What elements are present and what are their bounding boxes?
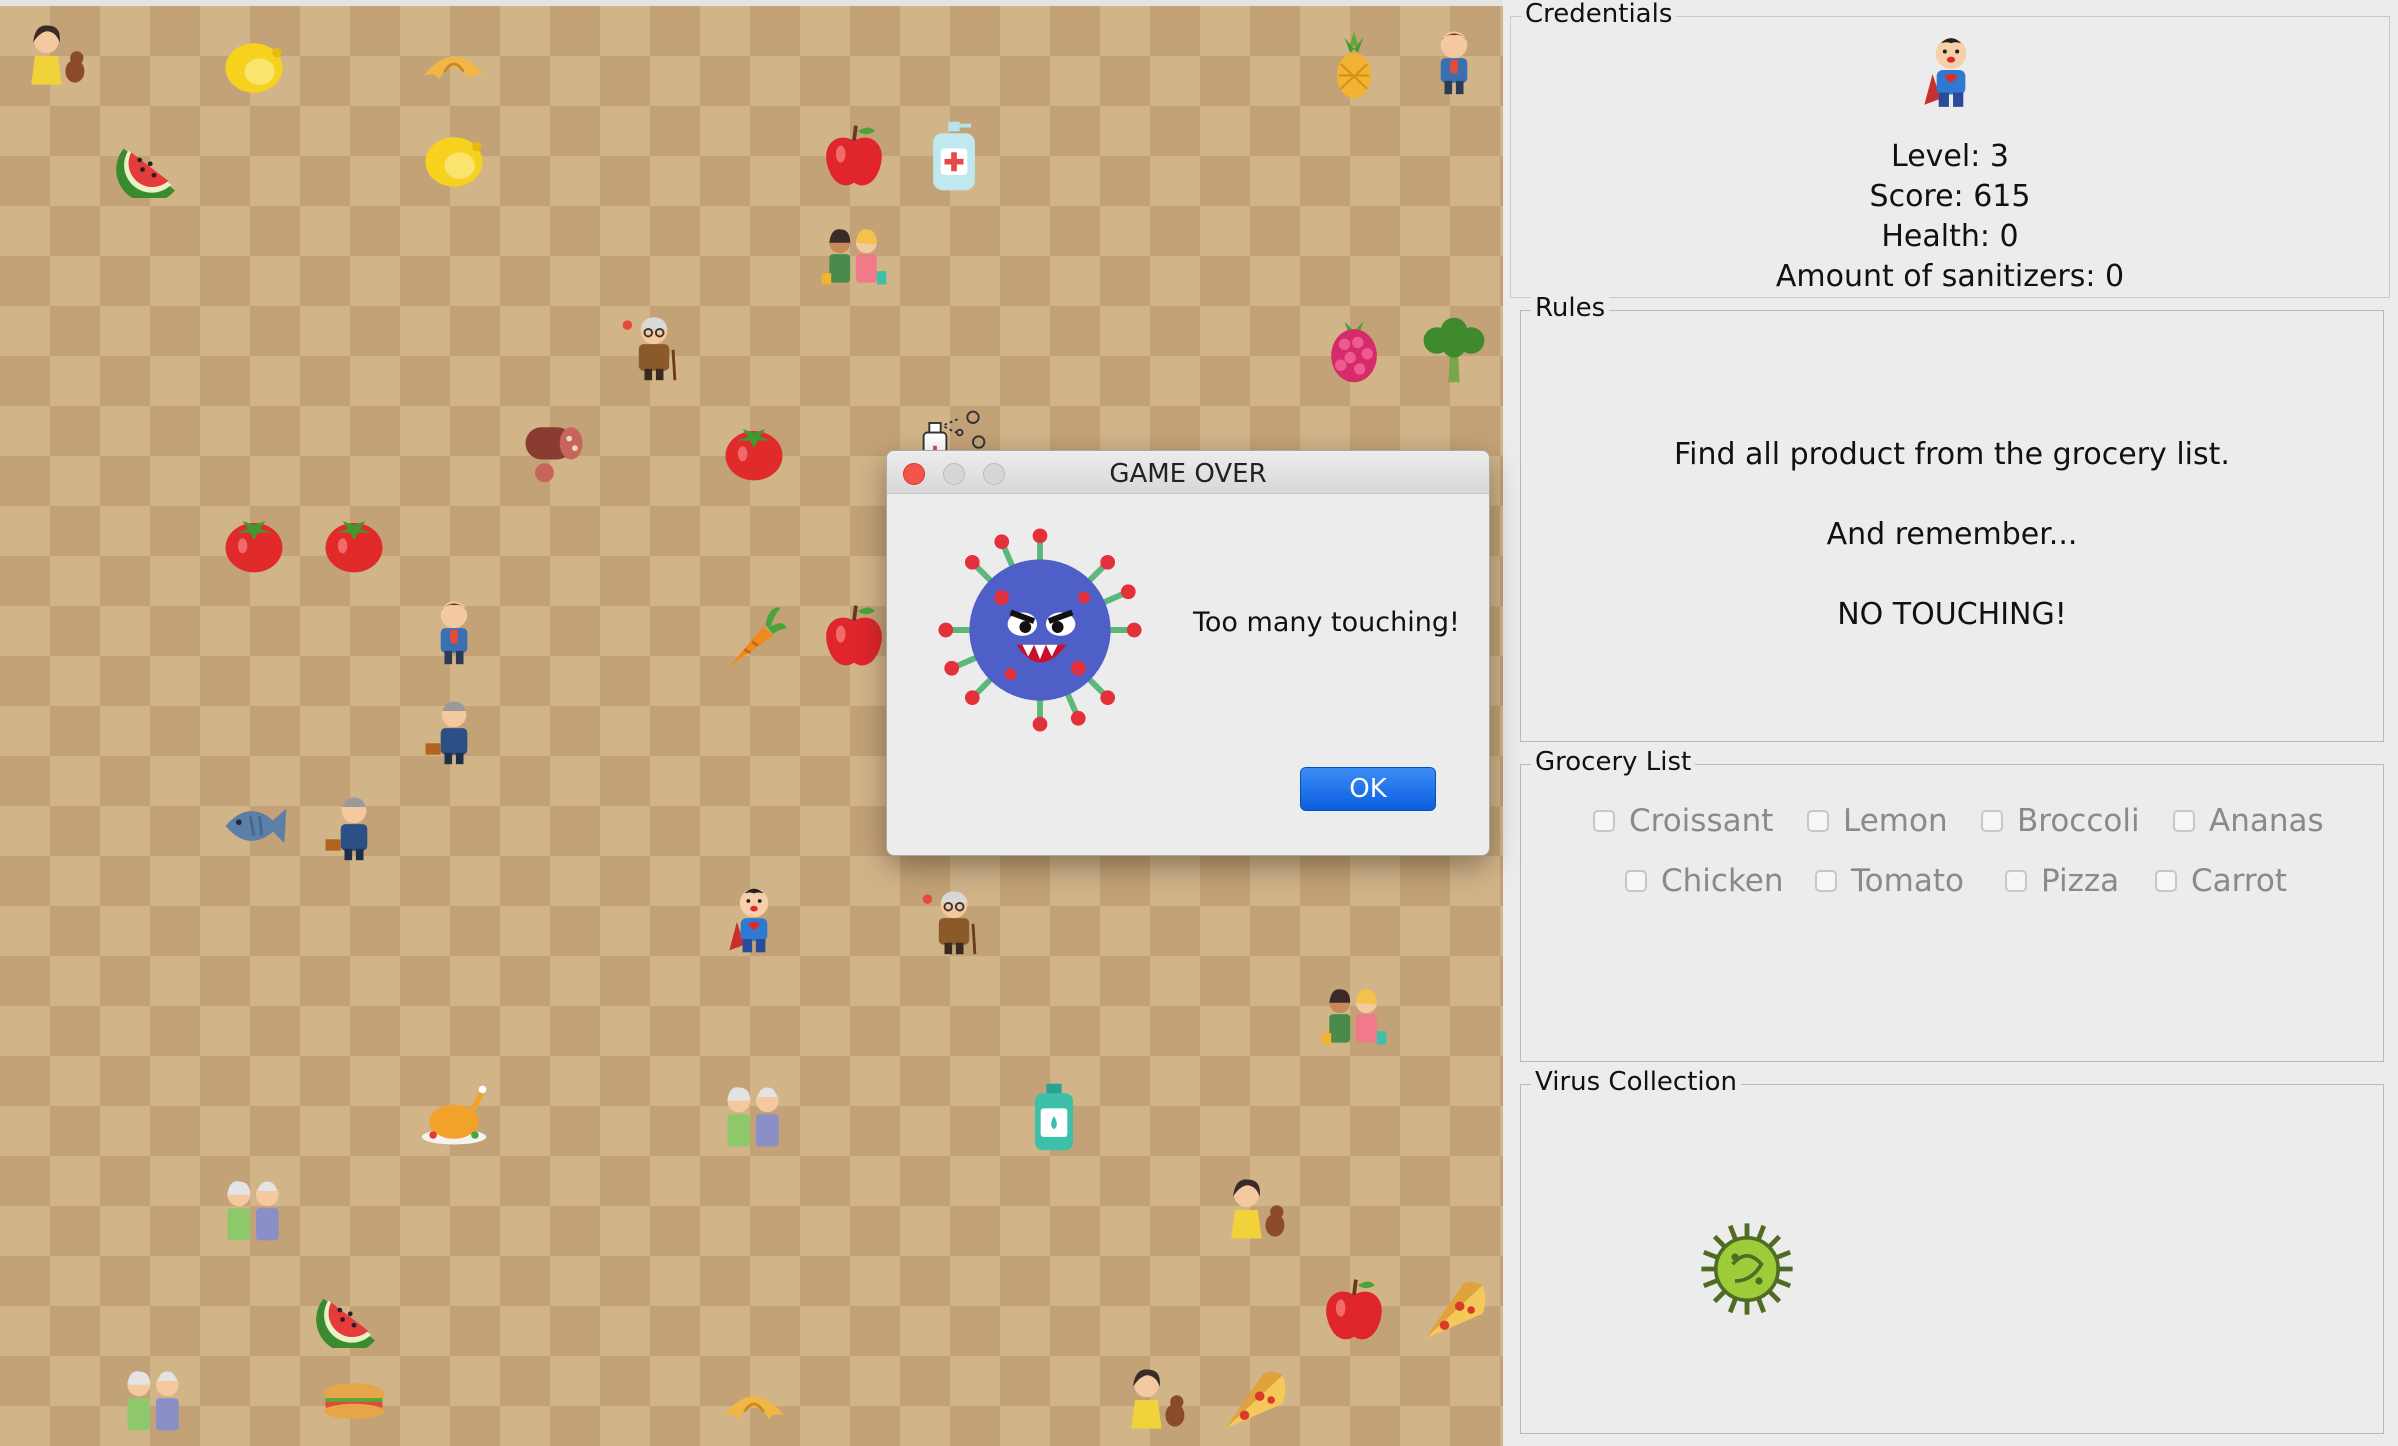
chicken-icon <box>414 1076 494 1156</box>
grocery-list-panel: Grocery List Croissant Lemon Broccoli An… <box>1520 747 2384 1062</box>
tomato-icon <box>214 502 294 582</box>
apple-icon <box>814 116 894 196</box>
watermelon-icon <box>114 120 194 200</box>
sanitizers-label: Amount of sanitizers: 0 <box>1775 259 2125 294</box>
tomato-icon <box>314 502 394 582</box>
health-label: Health: 0 <box>1881 219 2019 254</box>
checkbox[interactable] <box>1593 810 1615 832</box>
grocery-item-chicken[interactable]: Chicken <box>1625 863 1784 899</box>
score-label: Score: 615 <box>1869 179 2031 214</box>
raspberry-icon <box>1314 310 1394 390</box>
ok-button[interactable]: OK <box>1300 767 1436 811</box>
dialog-title-bar[interactable]: GAME OVER <box>887 451 1489 494</box>
rules-panel: Rules Find all product from the grocery … <box>1520 293 2384 742</box>
checkbox[interactable] <box>1807 810 1829 832</box>
man-icon <box>1414 20 1494 100</box>
grocery-item-carrot[interactable]: Carrot <box>2155 863 2287 899</box>
elderly-couple-icon <box>714 1076 794 1156</box>
checkbox[interactable] <box>1815 870 1837 892</box>
woman-with-dog-icon <box>1214 1170 1294 1250</box>
checkbox[interactable] <box>2005 870 2027 892</box>
couple-shopping-icon <box>814 216 894 296</box>
lemon-icon <box>414 120 494 200</box>
old-man-icon <box>614 306 694 386</box>
sanitizer-bottle-icon <box>914 116 994 196</box>
dialog-message: Too many touching! <box>1193 607 1460 638</box>
virus-collection-panel: Virus Collection <box>1520 1067 2384 1434</box>
man-icon <box>414 590 494 670</box>
dialog-title: GAME OVER <box>1109 459 1267 489</box>
level-label: Level: 3 <box>1891 139 2009 174</box>
checkbox[interactable] <box>1625 870 1647 892</box>
pizza-icon <box>1214 1360 1294 1440</box>
woman-with-dog-icon <box>14 16 94 96</box>
grocery-item-croissant[interactable]: Croissant <box>1593 803 1773 839</box>
salami-icon <box>514 410 594 490</box>
apple-icon <box>1314 1270 1394 1350</box>
businessman-icon <box>414 690 494 770</box>
old-man-icon <box>914 880 994 960</box>
player-icon <box>714 880 794 960</box>
rules-title: Rules <box>1531 293 1610 323</box>
grocery-item-ananas[interactable]: Ananas <box>2173 803 2324 839</box>
credentials-panel: Credentials Level: 3 Score: 615 Health: … <box>1510 0 2390 298</box>
rules-line-2: And remember... <box>1826 517 2078 552</box>
grocery-item-lemon[interactable]: Lemon <box>1807 803 1948 839</box>
rules-line-1: Find all product from the grocery list. <box>1674 437 2230 472</box>
businessman-icon <box>314 786 394 866</box>
checkbox[interactable] <box>2173 810 2195 832</box>
pizza-icon <box>1414 1270 1494 1350</box>
couple-shopping-icon <box>1314 976 1394 1056</box>
sandwich-icon <box>314 1360 394 1440</box>
green-virus-icon <box>1699 1221 1795 1317</box>
elderly-couple-icon <box>114 1360 194 1440</box>
game-over-dialog: GAME OVER Too many touching! OK <box>886 450 1490 856</box>
pineapple-icon <box>1314 26 1394 106</box>
checkbox[interactable] <box>2155 870 2177 892</box>
croissant-icon <box>414 26 494 106</box>
broccoli-icon <box>1414 310 1494 390</box>
virus-collection-title: Virus Collection <box>1531 1067 1742 1097</box>
grocery-item-broccoli[interactable]: Broccoli <box>1981 803 2140 839</box>
rules-line-3: NO TOUCHING! <box>1837 597 2067 632</box>
lemon-icon <box>214 26 294 106</box>
sanitizer-bottle-icon <box>1014 1076 1094 1156</box>
grocery-list-title: Grocery List <box>1531 747 1696 777</box>
credentials-title: Credentials <box>1521 0 1677 29</box>
checkbox[interactable] <box>1981 810 2003 832</box>
tomato-icon <box>714 410 794 490</box>
woman-with-dog-icon <box>1114 1360 1194 1440</box>
watermelon-icon <box>314 1270 394 1350</box>
croissant-icon <box>714 1366 794 1446</box>
carrot-icon <box>714 596 794 676</box>
virus-icon <box>937 527 1143 733</box>
apple-icon <box>814 596 894 676</box>
grocery-item-tomato[interactable]: Tomato <box>1815 863 1964 899</box>
player-icon <box>1910 31 1992 113</box>
fish-icon <box>214 786 294 866</box>
elderly-couple-icon <box>214 1170 294 1250</box>
grocery-item-pizza[interactable]: Pizza <box>2005 863 2119 899</box>
